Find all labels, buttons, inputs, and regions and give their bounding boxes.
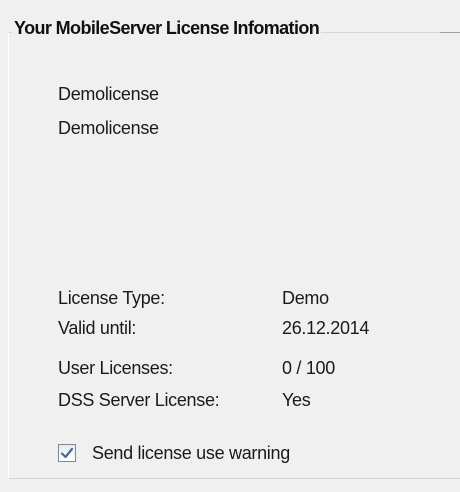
- license-info-groupbox: Your MobileServer License Infomation Dem…: [0, 0, 460, 492]
- user-licenses-row: User Licenses: 0 / 100: [58, 358, 438, 384]
- valid-until-row: Valid until: 26.12.2014: [58, 318, 438, 344]
- license-company-name: Demolicense: [58, 118, 159, 138]
- valid-until-value: 26.12.2014: [282, 318, 370, 338]
- user-licenses-label: User Licenses:: [58, 358, 173, 378]
- send-license-warning-label: Send license use warning: [92, 442, 290, 463]
- dss-server-license-row: DSS Server License: Yes: [58, 390, 438, 416]
- groupbox-title: Your MobileServer License Infomation: [12, 18, 322, 39]
- dss-server-license-label: DSS Server License:: [58, 390, 220, 410]
- send-license-warning-option[interactable]: Send license use warning: [58, 440, 290, 466]
- dss-server-license-value: Yes: [282, 390, 311, 410]
- license-type-row: License Type: Demo: [58, 288, 438, 314]
- valid-until-label: Valid until:: [58, 318, 137, 338]
- license-type-value: Demo: [282, 288, 329, 308]
- license-holder-name: Demolicense: [58, 84, 159, 104]
- send-license-warning-checkbox[interactable]: [58, 444, 76, 462]
- groupbox-border-line: [440, 32, 460, 33]
- checkmark-icon: [60, 447, 74, 459]
- license-type-label: License Type:: [58, 288, 165, 308]
- user-licenses-value: 0 / 100: [282, 358, 335, 378]
